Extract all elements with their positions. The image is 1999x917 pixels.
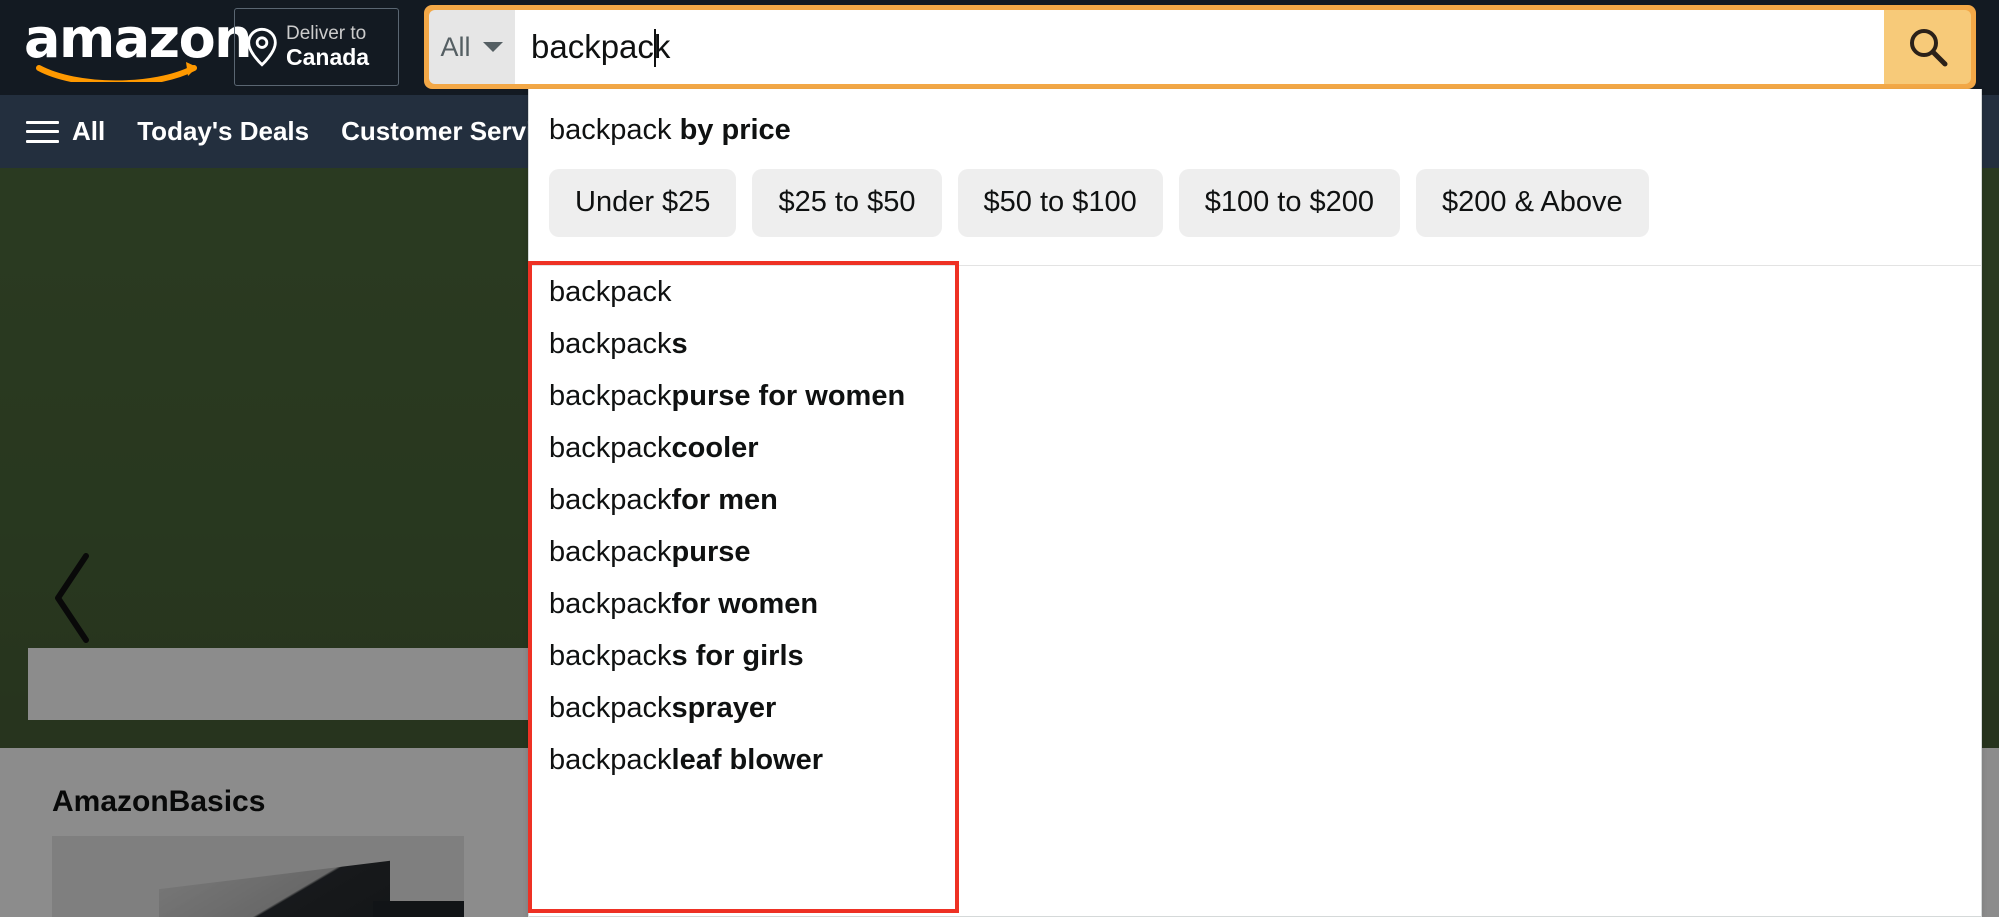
suggestion-completion: purse bbox=[671, 535, 751, 568]
amazon-logo[interactable]: amazon bbox=[24, 12, 253, 82]
price-chip-label: $200 & Above bbox=[1442, 186, 1623, 219]
card-amazonbasics[interactable]: AmazonBasics bbox=[28, 762, 488, 917]
suggestion-prefix: backpack bbox=[549, 691, 672, 724]
suggestion-prefix: backpack bbox=[549, 431, 672, 464]
site-header: amazon Deliver to Canada All bbox=[0, 0, 1999, 95]
price-chip-under-25[interactable]: Under $25 bbox=[549, 168, 737, 237]
price-chip-50-to-100[interactable]: $50 to $100 bbox=[957, 168, 1163, 237]
hamburger-menu-icon bbox=[26, 120, 59, 143]
suggestion-list: backpack backpack s backpack purse for wo… bbox=[529, 262, 959, 786]
nav-item-customer-service[interactable]: Customer Servic bbox=[341, 116, 548, 147]
by-price-heading: backpack by price bbox=[529, 89, 1981, 147]
search-department-dropdown[interactable]: All bbox=[429, 10, 515, 84]
location-pin-icon bbox=[247, 27, 277, 67]
suggestion-completion: s bbox=[671, 327, 688, 360]
nav-item-todays-deals[interactable]: Today's Deals bbox=[137, 116, 309, 147]
suggestion-completion: leaf blower bbox=[671, 743, 824, 776]
card-title: AmazonBasics bbox=[52, 785, 266, 818]
suggestion-completion: purse for women bbox=[671, 379, 906, 412]
nav-item-all[interactable]: All bbox=[26, 116, 105, 147]
suggestion-completion: s for girls bbox=[671, 639, 804, 672]
chevron-down-icon bbox=[482, 42, 503, 52]
search-submit-button[interactable] bbox=[1884, 10, 1971, 84]
price-chip-100-to-200[interactable]: $100 to $200 bbox=[1178, 168, 1401, 237]
suggestion-prefix: backpack bbox=[549, 639, 672, 672]
suggestion-prefix: backpack bbox=[549, 379, 672, 412]
by-price-bold: by price bbox=[679, 114, 791, 146]
price-chip-label: Under $25 bbox=[575, 186, 711, 219]
suggestion-prefix: backpack bbox=[549, 327, 672, 360]
suggestion-prefix: backpack bbox=[549, 587, 672, 620]
suggestion-item-backpack-for-men[interactable]: backpack for men bbox=[529, 474, 959, 526]
nav-item-label: Customer Servic bbox=[341, 116, 548, 146]
nav-item-label: Today's Deals bbox=[137, 116, 310, 146]
search-bar: All bbox=[424, 5, 1976, 89]
search-magnifier-icon bbox=[1909, 29, 1947, 67]
suggestion-item-backpack-purse-for-women[interactable]: backpack purse for women bbox=[529, 370, 959, 422]
suggestion-item-backpack-sprayer[interactable]: backpack sprayer bbox=[529, 682, 959, 734]
amazon-smile-icon bbox=[36, 62, 197, 82]
suggestion-item-backpack-leaf-blower[interactable]: backpack leaf blower bbox=[529, 734, 959, 786]
suggestion-item-backpack-cooler[interactable]: backpack cooler bbox=[529, 422, 959, 474]
laptop-accessories-photo bbox=[52, 836, 464, 917]
deliver-to-button[interactable]: Deliver to Canada bbox=[234, 8, 399, 86]
suggestion-item-backpacks[interactable]: backpack s bbox=[529, 318, 959, 370]
deliver-to-country: Canada bbox=[286, 43, 370, 70]
price-chip-25-to-50[interactable]: $25 to $50 bbox=[752, 168, 942, 237]
suggestion-prefix: backpack bbox=[549, 535, 672, 568]
suggestion-prefix: backpack bbox=[549, 275, 672, 308]
search-department-label: All bbox=[440, 31, 471, 62]
price-chip-label: $100 to $200 bbox=[1204, 186, 1375, 219]
suggestion-prefix: backpack bbox=[549, 743, 672, 776]
suggestion-prefix: backpack bbox=[549, 483, 672, 516]
suggestion-completion: for women bbox=[671, 587, 819, 620]
suggestion-item-backpack-purse[interactable]: backpack purse bbox=[529, 526, 959, 578]
price-filter-chips: Under $25 $25 to $50 $50 to $100 $100 to… bbox=[529, 147, 1981, 237]
nav-item-label: All bbox=[72, 116, 106, 146]
search-suggestions-dropdown: backpack by price Under $25 $25 to $50 $… bbox=[528, 89, 1982, 917]
price-chip-200-and-above[interactable]: $200 & Above bbox=[1416, 168, 1649, 237]
search-input-container[interactable] bbox=[515, 10, 1884, 84]
deliver-to-label: Deliver to bbox=[286, 23, 367, 45]
suggestion-item-backpack[interactable]: backpack bbox=[529, 266, 959, 318]
suggestion-completion: sprayer bbox=[671, 691, 777, 724]
price-chip-label: $25 to $50 bbox=[778, 186, 916, 219]
amazon-search-suggestions-screen: Y AmazonBasics bbox=[0, 0, 1999, 917]
by-price-prefix: backpack bbox=[549, 114, 680, 146]
chevron-left-icon[interactable] bbox=[42, 543, 102, 653]
price-chip-label: $50 to $100 bbox=[983, 186, 1137, 219]
search-input[interactable] bbox=[531, 28, 1884, 66]
text-cursor bbox=[654, 29, 656, 67]
suggestion-item-backpack-for-women[interactable]: backpack for women bbox=[529, 578, 959, 630]
suggestion-completion: cooler bbox=[671, 431, 759, 464]
suggestion-item-backpacks-for-girls[interactable]: backpack s for girls bbox=[529, 630, 959, 682]
suggestion-completion: for men bbox=[671, 483, 778, 516]
